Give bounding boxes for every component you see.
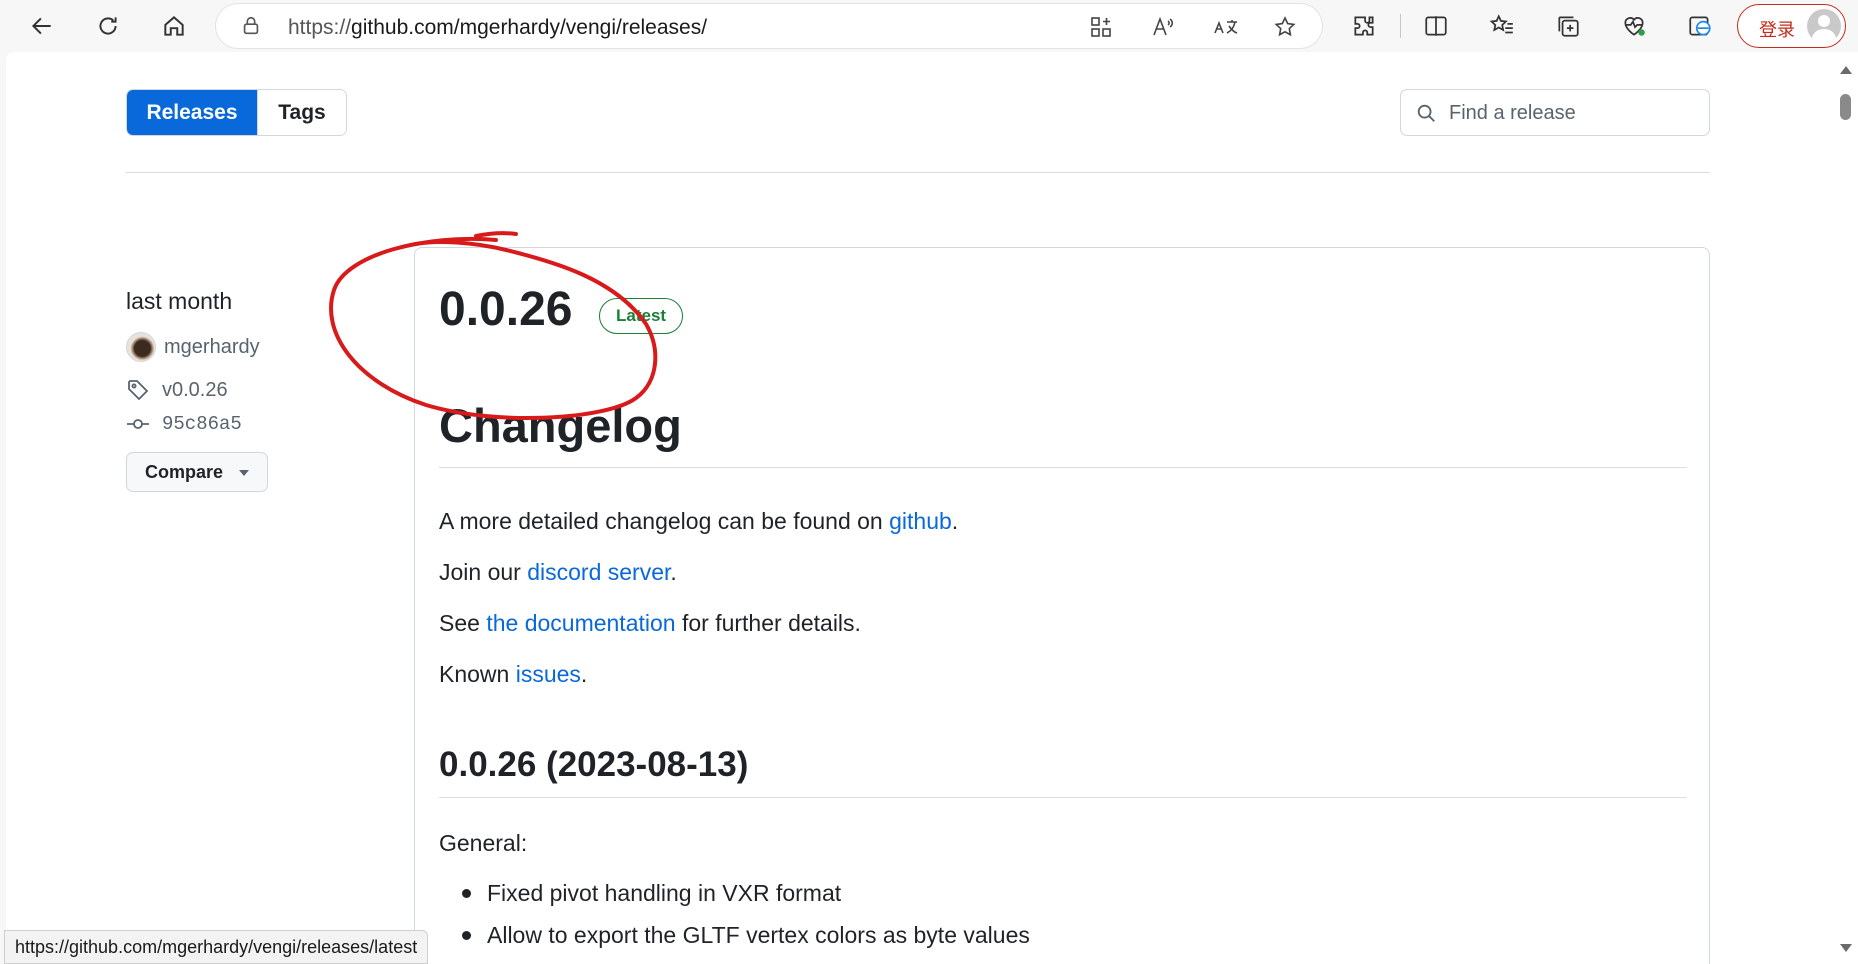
changelog-heading: Changelog <box>439 399 682 452</box>
divider <box>126 172 1710 173</box>
page-viewport: Releases Tags last month mgerhardy v0.0.… <box>6 52 1832 964</box>
home-icon <box>164 16 184 36</box>
commit-icon <box>127 419 149 429</box>
search-input[interactable] <box>1449 99 1699 127</box>
release-author[interactable]: mgerhardy <box>126 332 260 362</box>
refresh-icon <box>99 17 117 35</box>
paragraph-text: Known <box>439 661 516 687</box>
paragraph-text: for further details. <box>675 610 861 636</box>
status-bar-url: https://github.com/mgerhardy/vengi/relea… <box>4 930 429 964</box>
paragraph-text: A more detailed changelog can be found o… <box>439 508 890 534</box>
favorite-star-icon[interactable] <box>1272 14 1298 40</box>
changes-list: Fixed pivot handling in VXR format Allow… <box>439 878 1030 962</box>
arrow-left-icon <box>31 17 51 35</box>
reload-button[interactable] <box>88 8 128 44</box>
scrollbar-thumb[interactable] <box>1840 94 1851 120</box>
documentation-link[interactable]: the documentation <box>486 610 675 636</box>
commit-hash[interactable]: 95c86a5 <box>162 413 242 435</box>
translate-icon[interactable] <box>1212 14 1242 40</box>
tag-name[interactable]: v0.0.26 <box>162 379 228 402</box>
browser-toolbar: https://github.com/mgerhardy/vengi/relea… <box>0 0 1858 52</box>
author-name[interactable]: mgerhardy <box>164 336 260 359</box>
internet-explorer-mode-icon[interactable] <box>1686 12 1714 40</box>
profile-avatar-icon <box>1807 9 1841 43</box>
scroll-down-arrow-icon[interactable] <box>1840 944 1852 952</box>
tag-icon <box>128 380 149 401</box>
address-bar[interactable]: https://github.com/mgerhardy/vengi/relea… <box>216 4 1322 48</box>
scroll-up-arrow-icon[interactable] <box>1840 66 1852 74</box>
compare-label: Compare <box>145 461 224 482</box>
lock-icon <box>243 16 259 35</box>
extensions-icon[interactable] <box>1350 12 1378 40</box>
page-scrollbar[interactable] <box>1832 52 1858 964</box>
url-main: github.com/mgerhardy/vengi/releases/ <box>351 16 708 39</box>
paragraph-text: . <box>670 559 677 585</box>
caret-down-icon <box>239 470 249 476</box>
releases-tags-switch: Releases Tags <box>126 89 347 136</box>
list-item: Allow to export the GLTF vertex colors a… <box>439 920 1030 962</box>
heading-divider <box>439 797 1687 798</box>
split-screen-icon[interactable] <box>1422 12 1450 40</box>
login-button[interactable]: 登录 <box>1737 4 1846 48</box>
tab-tags[interactable]: Tags <box>257 90 346 135</box>
release-title[interactable]: 0.0.26 <box>439 282 572 337</box>
heading-divider <box>439 467 1687 468</box>
changelog-paragraph: A more detailed changelog can be found o… <box>439 508 958 535</box>
compare-button[interactable]: Compare <box>126 452 268 492</box>
toolbar-separator <box>1400 14 1401 38</box>
release-card: 0.0.26 Latest Changelog A more detailed … <box>414 247 1710 964</box>
home-button[interactable] <box>154 8 194 44</box>
release-date: last month <box>126 288 233 314</box>
github-link[interactable]: github <box>889 508 952 534</box>
version-heading: 0.0.26 (2023-08-13) <box>439 745 749 784</box>
app-available-icon[interactable] <box>1088 14 1114 40</box>
back-button[interactable] <box>22 8 62 44</box>
read-aloud-icon[interactable] <box>1150 14 1176 40</box>
discord-paragraph: Join our discord server. <box>439 559 677 586</box>
favorites-icon[interactable] <box>1488 12 1516 40</box>
release-commit[interactable]: 95c86a5 <box>126 412 242 436</box>
general-label: General: <box>439 830 528 856</box>
list-item: Fixed pivot handling in VXR format <box>439 878 1030 920</box>
url-prefix: https:// <box>288 16 352 39</box>
paragraph-text: Join our <box>439 559 528 585</box>
issues-paragraph: Known issues. <box>439 661 587 688</box>
issues-link[interactable]: issues <box>516 661 581 687</box>
browser-essentials-icon[interactable] <box>1620 12 1648 40</box>
paragraph-text: See <box>439 610 487 636</box>
release-search <box>1400 89 1710 136</box>
login-label: 登录 <box>1759 20 1795 41</box>
release-tag[interactable]: v0.0.26 <box>126 378 228 402</box>
tab-releases[interactable]: Releases <box>127 90 257 135</box>
paragraph-text: . <box>951 508 959 534</box>
author-avatar <box>126 332 156 362</box>
latest-badge: Latest <box>599 298 684 334</box>
discord-link[interactable]: discord server <box>527 559 670 585</box>
url-text: https://github.com/mgerhardy/vengi/relea… <box>288 16 707 40</box>
paragraph-text: . <box>580 661 588 687</box>
documentation-paragraph: See the documentation for further detail… <box>439 610 861 637</box>
search-icon <box>1417 104 1435 122</box>
collections-icon[interactable] <box>1554 12 1582 40</box>
